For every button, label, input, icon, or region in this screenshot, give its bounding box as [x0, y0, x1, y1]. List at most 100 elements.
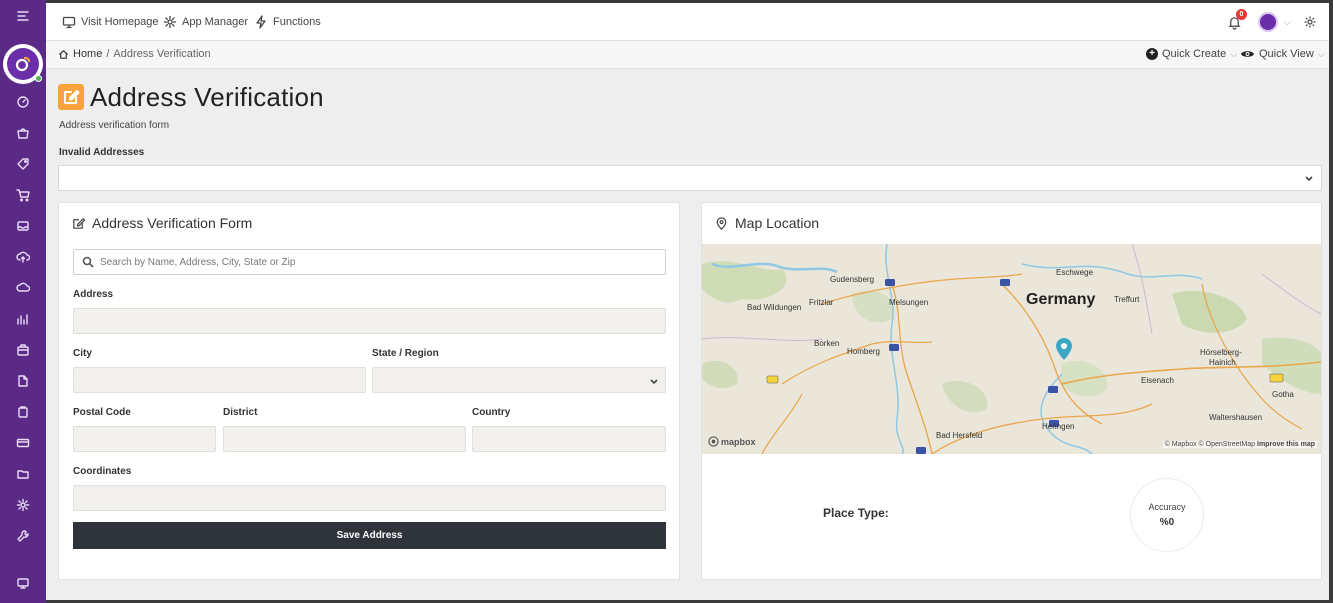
eye-icon — [1240, 51, 1255, 57]
credit-card-icon[interactable] — [0, 432, 46, 454]
folder-icon[interactable] — [0, 463, 46, 485]
address-field[interactable] — [73, 308, 666, 334]
attribution-text[interactable]: © Mapbox © OpenStreetMap — [1165, 441, 1255, 448]
state-select[interactable] — [372, 367, 666, 393]
settings-button[interactable] — [1303, 12, 1317, 32]
district-field[interactable] — [223, 426, 466, 452]
map-view[interactable]: Germany Gudensberg Eschwege Bad Wildunge… — [702, 244, 1321, 454]
map-label-waltershausen: Waltershausen — [1209, 413, 1263, 422]
functions-label: Functions — [273, 16, 321, 28]
breadcrumb-home[interactable]: Home — [73, 48, 102, 60]
chevron-down-icon: ⌵ — [1230, 48, 1238, 59]
map-label-treffurt: Treffurt — [1114, 295, 1140, 304]
quick-create-button[interactable]: + Quick Create ⌵ — [1146, 48, 1237, 60]
notifications-button[interactable]: 0 — [1227, 9, 1247, 32]
tag-icon[interactable] — [0, 153, 46, 175]
quick-create-label: Quick Create — [1162, 48, 1227, 60]
breadcrumb-current: Address Verification — [113, 48, 211, 60]
accuracy-indicator: Accuracy %0 — [1130, 478, 1204, 552]
monitor-icon[interactable] — [0, 572, 46, 594]
page-subtitle: Address verification form — [59, 120, 170, 131]
breadcrumb: Home / Address Verification — [58, 48, 211, 60]
app-frame: Visit Homepage App Manager Functions 0 ⌵ — [0, 0, 1333, 603]
briefcase-icon[interactable] — [0, 339, 46, 361]
map-label-heringen: Heringen — [1042, 422, 1075, 431]
map-label-germany: Germany — [1026, 291, 1096, 308]
location-pin-icon — [716, 216, 727, 230]
map-label-bad-wildungen: Bad Wildungen — [747, 303, 802, 312]
notification-badge: 0 — [1236, 9, 1247, 20]
improve-map-link[interactable]: Improve this map — [1257, 441, 1315, 448]
visit-homepage-label: Visit Homepage — [81, 16, 159, 28]
address-label: Address — [73, 289, 114, 300]
mapbox-logo[interactable]: mapbox — [708, 436, 756, 447]
edit-icon — [58, 84, 84, 110]
page-title: Address Verification — [58, 81, 324, 113]
save-address-button[interactable]: Save Address — [73, 522, 666, 549]
user-menu[interactable]: ⌵ — [1258, 12, 1291, 32]
wrench-icon[interactable] — [0, 525, 46, 547]
cloud-upload-icon[interactable] — [0, 246, 46, 268]
map-label-gudensberg: Gudensberg — [830, 275, 875, 284]
chevron-down-icon — [649, 375, 659, 385]
search-input[interactable] — [100, 256, 640, 268]
home-icon — [58, 49, 69, 59]
accuracy-label: Accuracy — [1148, 502, 1186, 512]
coordinates-label: Coordinates — [73, 466, 132, 477]
postal-code-label: Postal Code — [73, 407, 131, 418]
chevron-down-icon: ⌵ — [1284, 16, 1291, 27]
cart-icon[interactable] — [0, 184, 46, 206]
map-label-hainich: Hainich — [1209, 358, 1236, 367]
cloud-icon[interactable] — [0, 277, 46, 299]
visit-homepage-link[interactable]: Visit Homepage — [62, 14, 158, 30]
file-icon[interactable] — [0, 370, 46, 392]
address-form-card: Address Verification Form Address City S… — [58, 202, 680, 580]
breadcrumb-separator: / — [106, 48, 110, 60]
mapbox-logo-text: mapbox — [721, 436, 756, 447]
state-label: State / Region — [372, 348, 439, 359]
gear-icon — [163, 15, 177, 29]
map-label-bad-hersfeld: Bad Hersfeld — [936, 431, 983, 440]
map-card: Map Location Germany Gudensberg Eschwege… — [701, 202, 1322, 580]
functions-link[interactable]: Functions — [254, 14, 321, 30]
app-logo[interactable] — [3, 44, 43, 84]
address-search[interactable] — [73, 249, 666, 275]
postal-code-field[interactable] — [73, 426, 216, 452]
map-label-homberg: Homberg — [847, 347, 880, 356]
form-title-text: Address Verification Form — [92, 215, 253, 231]
map-label-eisenach: Eisenach — [1141, 376, 1174, 385]
breadcrumb-bar: Home / Address Verification + Quick Crea… — [46, 41, 1329, 69]
map-title-text: Map Location — [735, 215, 820, 231]
invalid-addresses-select[interactable] — [58, 165, 1322, 191]
bar-chart-icon[interactable] — [0, 308, 46, 330]
menu-toggle-icon[interactable] — [0, 5, 46, 27]
quick-view-label: Quick View — [1259, 48, 1314, 60]
edit-icon — [73, 217, 86, 229]
sidebar — [0, 0, 46, 603]
inbox-icon[interactable] — [0, 215, 46, 237]
chevron-down-icon — [1304, 172, 1314, 182]
map-label-borken: Borken — [814, 339, 840, 348]
quick-view-button[interactable]: Quick View ⌵ — [1240, 48, 1325, 60]
app-manager-link[interactable]: App Manager — [163, 14, 248, 30]
logo-icon — [7, 48, 39, 80]
avatar — [1258, 12, 1278, 32]
online-status-dot — [35, 75, 42, 82]
city-field[interactable] — [73, 367, 366, 393]
coordinates-field[interactable] — [73, 485, 666, 511]
map-card-title: Map Location — [714, 215, 819, 231]
map-marker-icon[interactable] — [1055, 337, 1073, 361]
dashboard-icon[interactable] — [0, 91, 46, 113]
invalid-addresses-label: Invalid Addresses — [59, 147, 145, 158]
chevron-down-icon: ⌵ — [1317, 48, 1325, 59]
shopping-bag-icon[interactable] — [0, 122, 46, 144]
country-field[interactable] — [472, 426, 666, 452]
search-icon — [82, 256, 94, 268]
monitor-icon — [62, 16, 76, 29]
settings-icon[interactable] — [0, 494, 46, 516]
place-type-label: Place Type: — [823, 506, 889, 520]
clipboard-icon[interactable] — [0, 401, 46, 423]
plus-icon: + — [1146, 48, 1158, 60]
page-title-text: Address Verification — [90, 81, 324, 112]
accuracy-value: %0 — [1159, 517, 1175, 528]
